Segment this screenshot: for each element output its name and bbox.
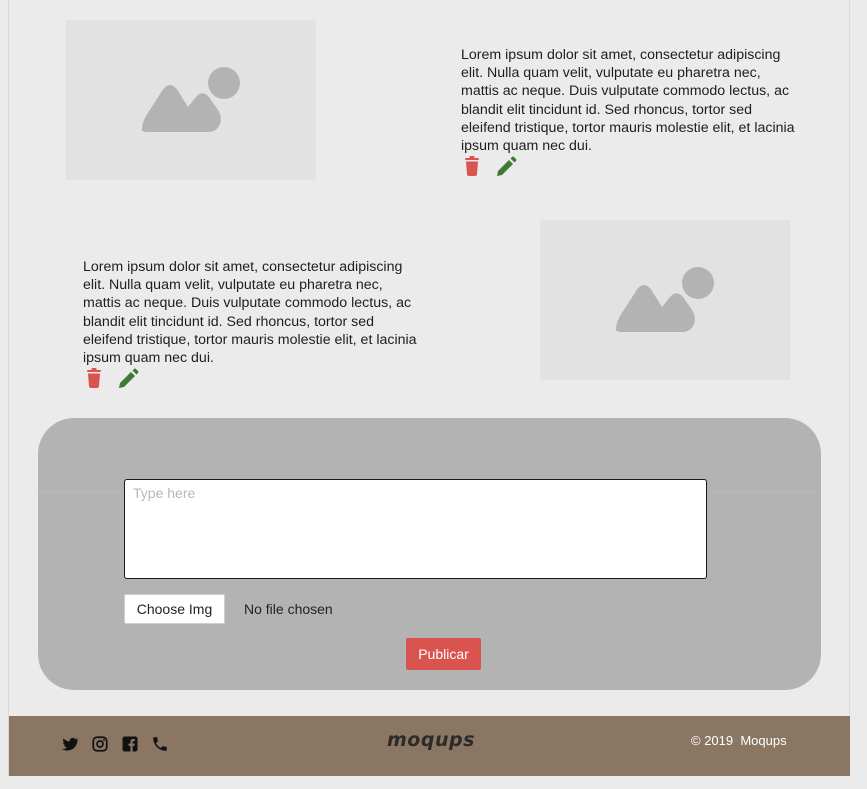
- post-card: Lorem ipsum dolor sit amet, consectetur …: [9, 200, 848, 400]
- social-links: [61, 735, 169, 753]
- post-text: Lorem ipsum dolor sit amet, consectetur …: [83, 259, 417, 367]
- image-placeholder-icon: [142, 67, 240, 132]
- pencil-icon: [497, 156, 517, 176]
- pencil-icon: [119, 368, 139, 388]
- post-text: Lorem ipsum dolor sit amet, consectetur …: [461, 47, 795, 155]
- post-card: Lorem ipsum dolor sit amet, consectetur …: [9, 0, 848, 200]
- facebook-icon[interactable]: [121, 735, 139, 753]
- edit-button[interactable]: [495, 155, 517, 177]
- delete-button[interactable]: [461, 155, 483, 177]
- brand-logo[interactable]: moqups: [387, 729, 475, 751]
- phone-icon[interactable]: [151, 735, 169, 753]
- publish-button[interactable]: Publicar: [406, 638, 481, 670]
- twitter-icon[interactable]: [61, 735, 79, 753]
- copyright-text: © 2019 Moqups: [691, 733, 787, 748]
- post-image: [540, 220, 790, 380]
- instagram-icon[interactable]: [91, 735, 109, 753]
- footer: moqups © 2019 Moqups: [9, 716, 850, 776]
- trash-icon: [465, 156, 479, 176]
- post-composer: Choose Img No file chosen Publicar: [38, 418, 821, 690]
- edit-button[interactable]: [117, 367, 139, 389]
- page: Lorem ipsum dolor sit amet, consectetur …: [0, 0, 867, 789]
- trash-icon: [87, 368, 101, 388]
- post-text-input[interactable]: [124, 479, 707, 579]
- posts-feed: Lorem ipsum dolor sit amet, consectetur …: [9, 0, 848, 420]
- delete-button[interactable]: [83, 367, 105, 389]
- file-status: No file chosen: [244, 601, 333, 617]
- post-actions: [461, 154, 517, 178]
- post-image: [66, 20, 316, 180]
- post-actions: [83, 366, 139, 390]
- image-placeholder-icon: [616, 267, 714, 332]
- choose-image-button[interactable]: Choose Img: [124, 594, 225, 624]
